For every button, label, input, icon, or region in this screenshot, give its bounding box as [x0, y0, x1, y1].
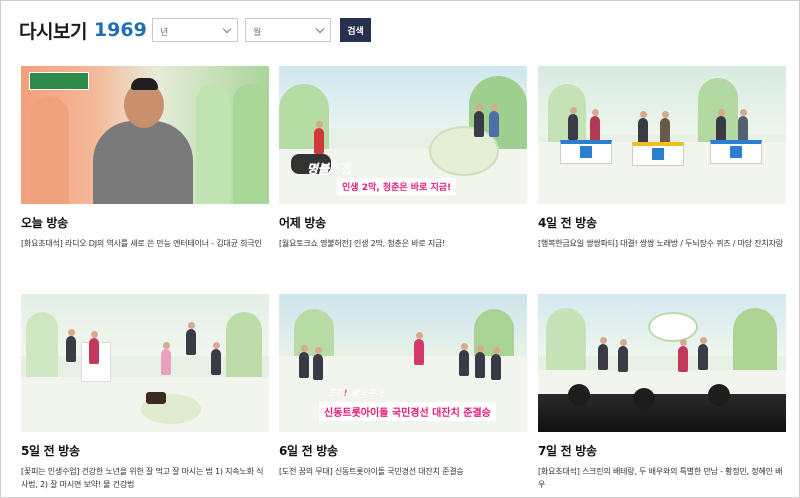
- guest: [161, 342, 171, 375]
- page-frame: 다시보기 1969 년 월 검색 오늘 방송 [화요초대석] 라디오 DJ의 역…: [0, 0, 800, 498]
- contestant: [716, 109, 726, 142]
- host: [66, 329, 76, 362]
- host: [474, 104, 484, 137]
- studio-arch: [196, 84, 230, 204]
- studio-arch: [26, 312, 58, 382]
- episode-card[interactable]: 명불허전 인생 2막, 청춘은 바로 지금! 어제 방송 [월요토크쇼 명불허전…: [279, 66, 527, 250]
- search-button[interactable]: 검색: [340, 18, 371, 42]
- guest: [698, 337, 708, 370]
- month-select[interactable]: 월: [245, 18, 331, 42]
- thumbnail-caption-logo: 명불허전: [307, 162, 352, 176]
- thumbnail-caption: 인생 2막, 청춘은 바로 지금!: [337, 178, 457, 195]
- score-display: [652, 148, 664, 160]
- page-title: 다시보기: [19, 20, 87, 43]
- thumbnail-caption-logo: 도전! 꿈의무대: [327, 389, 384, 399]
- episode-card[interactable]: 7일 전 방송 [화요초대석] 스크린의 배테랑, 두 배우와의 특별한 만남 …: [538, 294, 786, 491]
- audience-member: [313, 347, 323, 380]
- episode-description[interactable]: [꽃피는 인생수업] 건강한 노년을 위한 잘 먹고 잘 마시는 법 1) 지속…: [21, 465, 269, 491]
- episode-thumbnail[interactable]: [538, 294, 786, 432]
- month-select-label: 월: [253, 28, 262, 38]
- episode-description[interactable]: [도전 꿈의 무대] 신동트롯아이돌 국민경선 대잔치 준결승: [279, 465, 527, 478]
- audience-head: [633, 388, 655, 410]
- episode-card[interactable]: 도전! 꿈의무대 신동트롯아이돌 국민경선 대잔치 준결승 6일 전 방송 [도…: [279, 294, 527, 478]
- year-select[interactable]: 년: [152, 18, 238, 42]
- episode-description[interactable]: [화요초대석] 라디오 DJ의 역사를 새로 쓴 만능 엔터테이너 - 김대균 …: [21, 237, 269, 250]
- studio-arch: [733, 308, 777, 370]
- guest: [598, 337, 608, 370]
- chevron-down-icon: [222, 24, 232, 34]
- episode-date[interactable]: 어제 방송: [279, 214, 527, 231]
- episode-count: 1969: [93, 19, 147, 41]
- guest: [186, 322, 196, 355]
- audience-member: [459, 343, 469, 376]
- episode-date[interactable]: 5일 전 방송: [21, 442, 269, 459]
- episode-date[interactable]: 오늘 방송: [21, 214, 269, 231]
- episode-description[interactable]: [월요토크쇼 명불허전] 인생 2막, 청춘은 바로 지금!: [279, 237, 527, 250]
- performer: [314, 121, 324, 154]
- score-display: [580, 146, 592, 158]
- audience-member: [475, 345, 485, 378]
- episode-thumbnail[interactable]: [538, 66, 786, 204]
- studio-arch: [233, 84, 267, 204]
- studio-arch: [29, 96, 69, 204]
- studio-arch: [546, 308, 586, 370]
- score-display: [730, 146, 742, 158]
- episode-thumbnail[interactable]: [21, 294, 269, 432]
- audience-head: [708, 384, 730, 406]
- episode-description[interactable]: [화요초대석] 스크린의 배테랑, 두 배우와의 특별한 만남 - 황정민, 정…: [538, 465, 786, 491]
- singer: [414, 332, 424, 365]
- contestant: [568, 107, 578, 140]
- episode-thumbnail[interactable]: 명불허전 인생 2막, 청춘은 바로 지금!: [279, 66, 527, 204]
- episode-card[interactable]: 오늘 방송 [화요초대석] 라디오 DJ의 역사를 새로 쓴 만능 엔터테이너 …: [21, 66, 269, 250]
- episode-thumbnail[interactable]: 도전! 꿈의무대 신동트롯아이돌 국민경선 대잔치 준결승: [279, 294, 527, 432]
- guest: [618, 339, 628, 372]
- audience-head: [568, 384, 590, 406]
- guest: [211, 342, 221, 375]
- guest: [678, 339, 688, 372]
- episode-date[interactable]: 6일 전 방송: [279, 442, 527, 459]
- contestant: [590, 109, 600, 142]
- year-select-label: 년: [160, 28, 169, 38]
- contestant: [738, 109, 748, 142]
- audience-member: [491, 347, 501, 380]
- contestant: [638, 111, 648, 144]
- stage-prop: [146, 392, 166, 404]
- episode-date[interactable]: 4일 전 방송: [538, 214, 786, 231]
- episode-description[interactable]: [행복한금요일 쌍쌍파티] 대결! 쌍쌍 노래방 / 두뇌장수 퀴즈 / 마당 …: [538, 237, 786, 250]
- program-logo: [29, 72, 89, 90]
- audience-member: [299, 345, 309, 378]
- host: [89, 331, 99, 364]
- episode-card[interactable]: 5일 전 방송 [꽃피는 인생수업] 건강한 노년을 위한 잘 먹고 잘 마시는…: [21, 294, 269, 491]
- episode-thumbnail[interactable]: [21, 66, 269, 204]
- host: [489, 104, 499, 137]
- thumbnail-caption: 신동트롯아이돌 국민경선 대잔치 준결승: [319, 402, 496, 421]
- host-body: [93, 121, 193, 204]
- contestant: [660, 111, 670, 144]
- program-logo-sign: [648, 312, 698, 342]
- chevron-down-icon: [315, 24, 325, 34]
- host-hair: [131, 78, 158, 90]
- studio-arch: [548, 84, 586, 144]
- studio-arch: [226, 312, 262, 382]
- episode-date[interactable]: 7일 전 방송: [538, 442, 786, 459]
- episode-card[interactable]: 4일 전 방송 [행복한금요일 쌍쌍파티] 대결! 쌍쌍 노래방 / 두뇌장수 …: [538, 66, 786, 250]
- page-header: 다시보기 1969: [19, 15, 147, 45]
